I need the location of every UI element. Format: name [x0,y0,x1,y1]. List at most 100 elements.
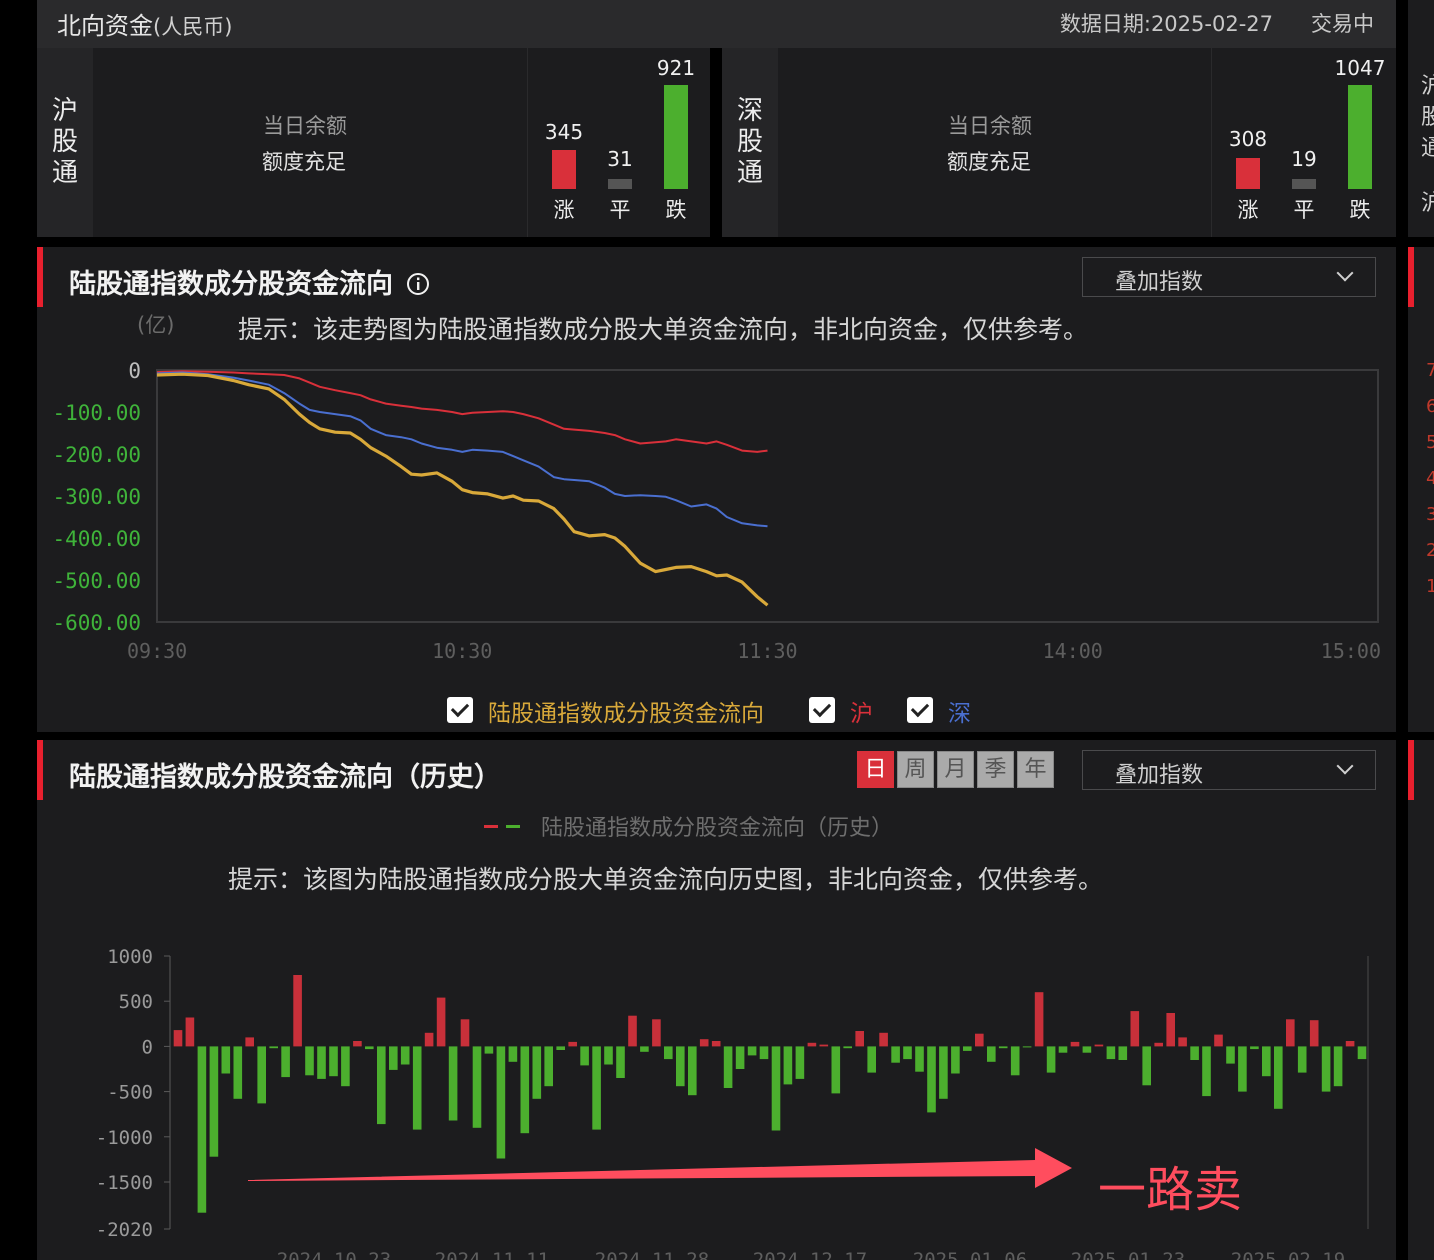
history-bar [1250,1046,1259,1050]
history-bar [735,1046,745,1069]
history-bar [819,1044,829,1047]
history-bar [711,1041,721,1047]
history-bar [676,1046,685,1087]
history-bar [831,1046,841,1094]
history-bar [1202,1046,1211,1097]
x-tick-label: 2025-01-06 [913,1249,1027,1260]
x-tick-label: 2024-11-11 [435,1249,549,1260]
history-bar [389,1046,398,1070]
history-bar [377,1046,386,1125]
history-bar [520,1046,530,1134]
history-bar [293,975,302,1047]
history-bar [640,1046,649,1052]
history-bar [1286,1019,1295,1047]
y-tick-label: -1000 [96,1127,153,1149]
history-bar [257,1046,266,1104]
x-tick-label: 2024-10-23 [277,1249,391,1260]
history-bar [795,1046,805,1079]
y-tick-label: -2020 [96,1219,153,1241]
history-bar [915,1046,924,1072]
history-bar [412,1046,422,1130]
history-bar [365,1046,374,1050]
history-bar [245,1037,254,1047]
y-tick-label: 1000 [107,946,153,968]
history-bar [891,1046,900,1063]
history-bar [616,1046,625,1078]
history-bar [1106,1046,1116,1060]
history-bar [879,1032,888,1047]
history-bar [903,1046,912,1060]
history-bar [197,1046,207,1213]
history-bar [843,1046,852,1049]
history-bar [628,1015,637,1047]
history-bar [1214,1034,1223,1047]
history-bar [317,1046,326,1079]
history-bar [1345,1041,1355,1047]
history-bar [173,1030,183,1047]
sell-annotation: 一路卖 [1098,1162,1242,1218]
x-tick-label: 2025-01-23 [1071,1249,1185,1260]
history-bar [1274,1046,1283,1109]
history-bar [1034,992,1044,1047]
history-bar [1309,1020,1319,1047]
history-bar [1333,1046,1343,1087]
history-legend[interactable]: 陆股通指数成分股资金流向（历史） [484,816,893,841]
history-bar [329,1046,338,1077]
history-bar [1142,1046,1151,1086]
history-bar [1130,1011,1140,1047]
history-bar [1262,1046,1271,1077]
history-bar [951,1046,960,1074]
y-tick-label: 0 [142,1036,153,1058]
history-bar [544,1046,553,1087]
history-bar [460,1019,470,1047]
history-bar [1166,1013,1175,1047]
history-bar [1046,1046,1056,1073]
history-bar [1022,1046,1032,1048]
history-bar [723,1046,733,1088]
history-bar [532,1046,542,1099]
x-tick-label: 2024-12-17 [753,1249,867,1260]
history-bar [1154,1042,1163,1047]
history-bar [1238,1046,1247,1092]
history-bar [580,1046,589,1066]
history-bar [233,1046,243,1099]
history-bar [496,1046,506,1159]
history-bar [1010,1046,1020,1076]
history-bar [867,1046,876,1073]
history-bar [1226,1046,1235,1064]
y-tick-label: -500 [107,1082,153,1104]
history-bar [759,1046,769,1060]
history-bar [747,1046,757,1056]
history-bar [472,1046,482,1128]
history-bar [1118,1046,1128,1060]
history-bar [1178,1037,1187,1047]
history-bar [1321,1046,1331,1092]
history-bar [568,1041,577,1047]
history-bar [185,1017,195,1047]
history-bar [209,1046,219,1157]
history-bar [771,1046,781,1131]
history-bar [281,1046,290,1078]
history-bar [927,1046,936,1113]
history-bar [783,1046,793,1085]
history-bar [652,1019,661,1047]
history-bar [484,1046,494,1054]
history-bar [436,997,446,1047]
x-tick-label: 2025-02-19 [1231,1249,1345,1260]
history-bar [556,1046,565,1050]
history-bar [353,1041,362,1047]
history-bar [400,1046,410,1065]
history-bar [221,1046,231,1074]
sell-trend-arrow [248,1148,1072,1188]
history-bar [998,1046,1008,1049]
history-bar [1190,1046,1199,1060]
history-bar [341,1046,350,1087]
history-legend-label: 陆股通指数成分股资金流向（历史） [541,816,893,841]
history-bar [1094,1044,1104,1047]
y-tick-label: -1500 [96,1172,153,1194]
history-bar [987,1046,996,1062]
history-bar [699,1039,709,1047]
history-bar [855,1031,864,1047]
history-bar [807,1042,817,1047]
history-bar [939,1046,948,1099]
